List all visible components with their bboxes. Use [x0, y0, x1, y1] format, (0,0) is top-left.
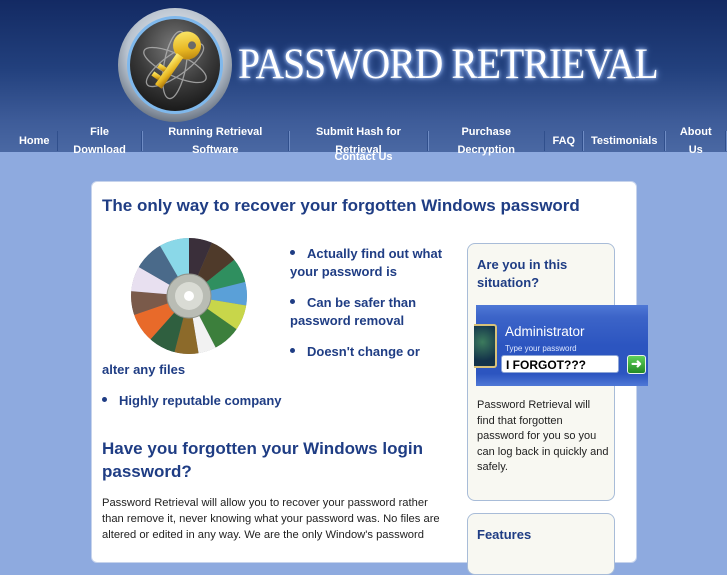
bullet-dot — [290, 299, 295, 305]
arrow-right-icon: ➜ — [627, 355, 646, 374]
sidebar-features-box: Features — [467, 513, 615, 575]
cd-disc-icon — [131, 238, 247, 354]
sidebar-box-title: Are you in this situation? — [477, 257, 568, 290]
sidebar-box-title: Features — [477, 527, 532, 542]
bullet-dot — [290, 348, 295, 354]
key-atom-emblem-icon[interactable] — [117, 7, 233, 123]
login-password-field: I FORGOT??? — [501, 355, 619, 373]
feature-bullet: Actually find out what your password is — [290, 246, 443, 279]
login-username: Administrator — [505, 324, 585, 339]
site-header: PASSWORD RETRIEVAL Home File Download Ru… — [0, 0, 727, 163]
feature-bullet-continued: alter any files — [102, 362, 186, 377]
sidebar-box-text: Password Retrieval will find that forgot… — [477, 399, 609, 474]
feature-bullet: Doesn't change or — [290, 343, 470, 361]
main-navigation: Home File Download Running Retrieval Sof… — [0, 126, 727, 163]
login-password-hint: Type your password — [505, 344, 577, 353]
bullet-dot — [102, 397, 107, 403]
bullet-dot — [290, 250, 295, 256]
windows-login-screenshot: Administrator Type your password I FORGO… — [474, 305, 648, 386]
feature-bullet: Can be safer than password removal — [290, 295, 417, 328]
site-logo-text[interactable]: PASSWORD RETRIEVAL — [238, 40, 659, 89]
section-heading: Have you forgotten your Windows login pa… — [102, 439, 423, 481]
section-body-text: Password Retrieval will allow you to rec… — [102, 497, 440, 541]
feature-bullet: Highly reputable company — [102, 392, 342, 410]
user-avatar-icon — [474, 324, 497, 368]
page-title: The only way to recover your forgotten W… — [102, 196, 580, 215]
nav-contact-us[interactable]: Contact Us — [327, 148, 399, 166]
